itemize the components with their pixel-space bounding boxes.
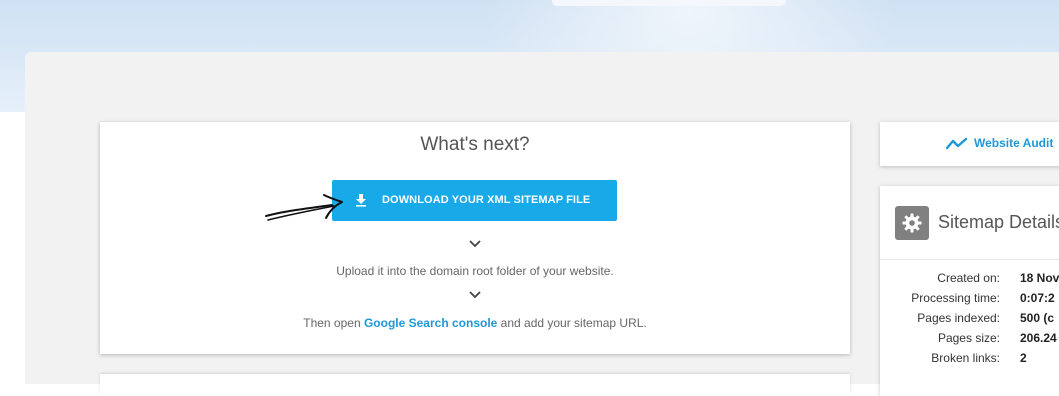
upload-instruction: Upload it into the domain root folder of… — [336, 264, 614, 278]
chevron-down-icon — [469, 240, 481, 248]
trend-line-icon — [946, 137, 968, 150]
detail-label: Broken links: — [931, 351, 1000, 365]
detail-value: 500 (c — [1020, 311, 1055, 325]
detail-value: 206.24 — [1020, 331, 1057, 345]
detail-label: Processing time: — [911, 291, 1000, 305]
gear-icon — [902, 213, 922, 233]
detail-value: 18 Nov — [1020, 271, 1059, 285]
detail-label: Created on: — [937, 271, 1000, 285]
detail-row-broken-links: Broken links: 2 — [880, 351, 1059, 371]
detail-value: 2 — [1020, 351, 1027, 365]
chevron-down-icon — [469, 291, 481, 299]
header-search-box[interactable] — [552, 0, 786, 6]
detail-row-size: Pages size: 206.24 — [880, 331, 1059, 351]
download-sitemap-label: DOWNLOAD YOUR XML SITEMAP FILE — [382, 194, 591, 206]
detail-label: Pages size: — [937, 331, 1000, 345]
detail-value: 0:07:2 — [1020, 291, 1055, 305]
secondary-card — [100, 374, 850, 394]
gear-icon-box — [895, 206, 929, 240]
download-icon — [356, 194, 366, 207]
download-sitemap-button[interactable]: DOWNLOAD YOUR XML SITEMAP FILE — [332, 180, 617, 221]
website-audit-card: Website Audit — [880, 122, 1059, 166]
instruction-suffix: and add your sitemap URL. — [497, 316, 647, 330]
website-audit-label: Website Audit — [974, 136, 1054, 150]
instruction-prefix: Then open — [303, 316, 364, 330]
detail-row-created: Created on: 18 Nov — [880, 271, 1059, 291]
google-search-console-link[interactable]: Google Search console — [364, 316, 497, 330]
search-console-instruction: Then open Google Search console and add … — [100, 316, 850, 330]
sitemap-details-title: Sitemap Details — [938, 212, 1059, 232]
hand-drawn-arrow-annotation — [265, 194, 343, 221]
whats-next-title: What's next? — [420, 134, 530, 155]
whats-next-card: What's next? DOWNLOAD YOUR XML SITEMAP F… — [100, 122, 850, 354]
details-divider — [880, 259, 1059, 260]
detail-row-indexed: Pages indexed: 500 (c — [880, 311, 1059, 331]
sitemap-details-card: Sitemap Details Created on: 18 Nov Proce… — [880, 186, 1059, 396]
detail-label: Pages indexed: — [917, 311, 1000, 325]
detail-row-processing: Processing time: 0:07:2 — [880, 291, 1059, 311]
